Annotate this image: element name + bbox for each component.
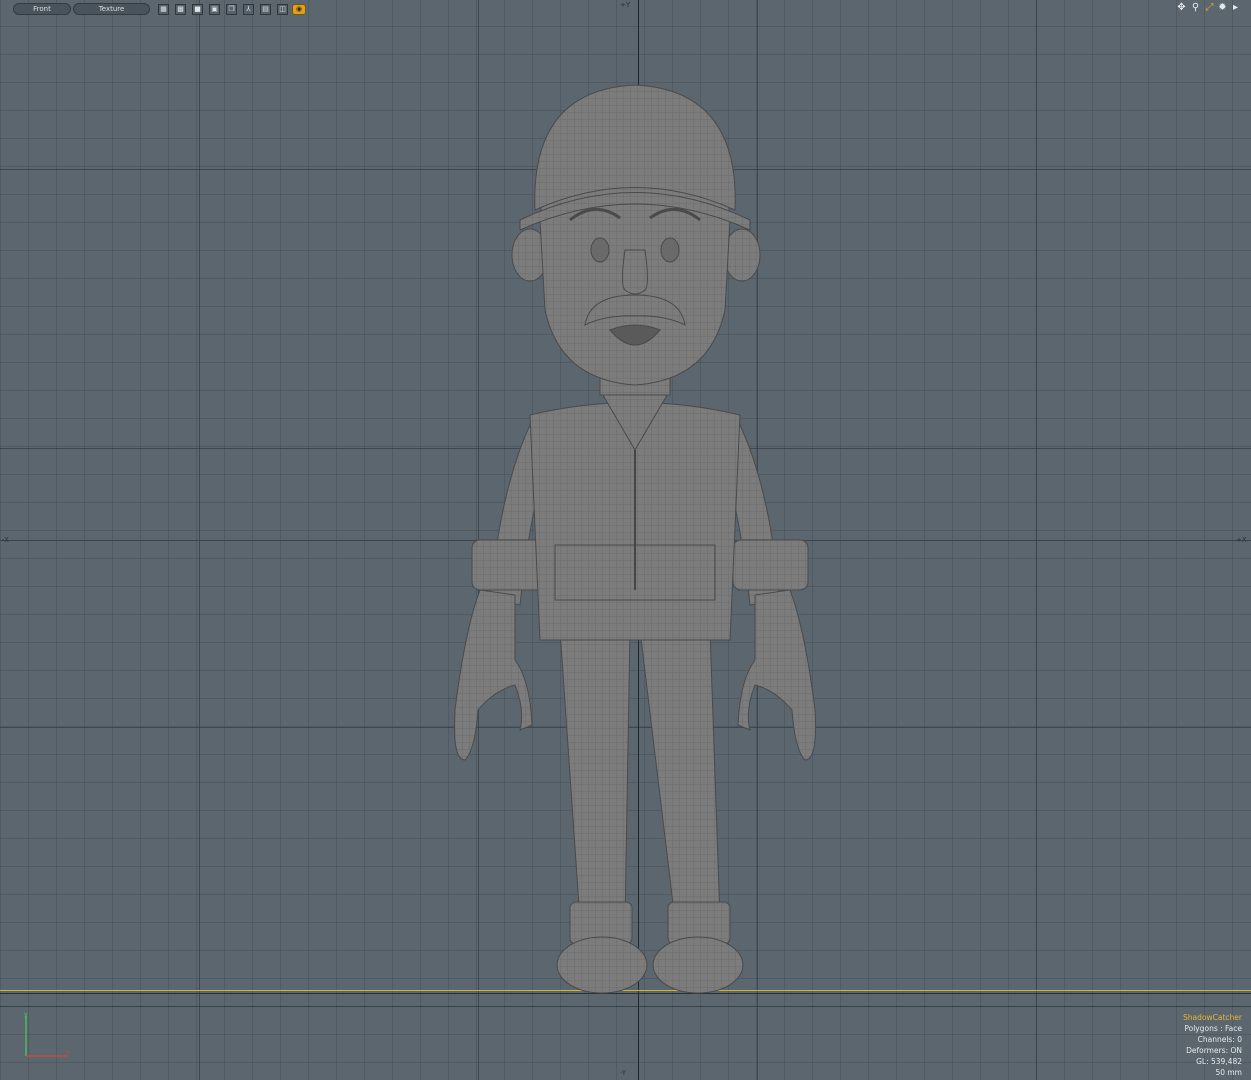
info-channels: Channels: 0 bbox=[1197, 1035, 1242, 1044]
lock-icon[interactable]: ▤ bbox=[260, 4, 271, 15]
axis-gizmo: y x bbox=[24, 1011, 70, 1057]
backdrop-icon[interactable]: ▣ bbox=[209, 4, 220, 15]
info-polygons: Polygons : Face bbox=[1184, 1024, 1242, 1033]
svg-text:x: x bbox=[66, 1049, 70, 1056]
axis-icon[interactable]: ⅄ bbox=[243, 4, 254, 15]
solid-icon[interactable]: ■ bbox=[192, 4, 203, 15]
render-icon[interactable]: ◉ bbox=[292, 4, 306, 15]
svg-text:y: y bbox=[24, 1011, 28, 1018]
character-model[interactable] bbox=[420, 70, 850, 1000]
settings-icon[interactable]: ✹ bbox=[1217, 2, 1228, 13]
wireframe-icon[interactable]: ▩ bbox=[175, 4, 186, 15]
grid-icon[interactable]: ▦ bbox=[158, 4, 169, 15]
info-deformers: Deformers: ON bbox=[1186, 1046, 1242, 1055]
fit-icon[interactable]: ⤢ bbox=[1204, 2, 1215, 13]
viewport-toolbar: Front Texture ▦ ▩ ■ ▣ ❐ ⅄ ▤ ◫ ◉ ✥ ⚲ ⤢ ✹ … bbox=[0, 0, 1251, 17]
viewport-info-panel: ShadowCatcher Polygons : Face Channels: … bbox=[1183, 1012, 1242, 1078]
expand-icon[interactable]: ▸ bbox=[1230, 2, 1241, 13]
view-dropdown[interactable]: Front bbox=[13, 3, 71, 15]
pan-icon[interactable]: ✥ bbox=[1176, 2, 1187, 13]
visibility-icon[interactable]: ◫ bbox=[277, 4, 288, 15]
info-gl: GL: 539,482 bbox=[1196, 1057, 1242, 1066]
shading-dropdown[interactable]: Texture bbox=[73, 3, 150, 15]
info-lens: 50 mm bbox=[1215, 1068, 1242, 1077]
axis-label-right: +X bbox=[1236, 536, 1247, 544]
layers-icon[interactable]: ❐ bbox=[226, 4, 237, 15]
axis-label-left: -X bbox=[2, 536, 9, 544]
axis-label-bottom: -Y bbox=[620, 1069, 626, 1077]
zoom-icon[interactable]: ⚲ bbox=[1190, 2, 1201, 13]
info-title: ShadowCatcher bbox=[1183, 1013, 1242, 1022]
